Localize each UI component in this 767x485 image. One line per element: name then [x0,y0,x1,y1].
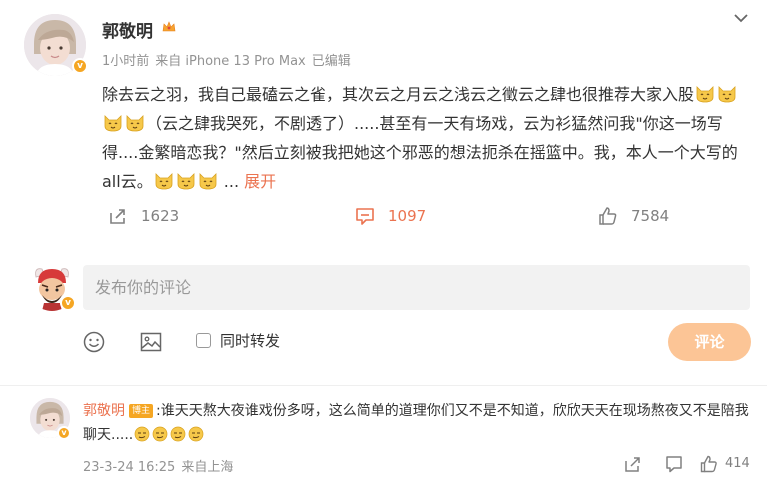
author-tag-badge: 博主 [129,404,154,418]
cat-emoji-icon [695,83,715,103]
verified-badge-icon: v [72,58,88,74]
like-button[interactable]: 7584 [597,202,669,230]
comment-icon[interactable] [664,454,684,474]
comment-button[interactable]: 1097 [354,202,426,230]
weibo-post: v 郭敬明 1小时前 来自 iPhone 13 Pro Max 已编辑 除去云之羽，… [0,0,767,250]
verified-badge-icon: v [57,426,71,440]
commenter-name[interactable]: 郭敬明 [83,403,125,419]
post-author-name[interactable]: 郭敬明 [102,17,153,42]
comment-date: 23-3-24 16:25 [83,460,176,475]
like-icon [599,207,617,225]
post-time[interactable]: 1小时前 [102,54,149,69]
smirk-emoji-icon [151,426,169,442]
smirk-emoji-icon [169,426,187,442]
comment-body: 郭敬明 博主:谁天天熬大夜谁戏份多呀，这么简单的道理你们又不是不知道，欣欣天天在现… [83,399,753,447]
emoji-icon[interactable] [82,330,106,354]
repost-checkbox-label: 同时转发 [220,332,281,350]
cat-emoji-icon [717,83,737,103]
smirk-emoji-icon [187,426,205,442]
comment-count: 1097 [388,207,427,225]
repost-icon [110,209,125,224]
repost-button[interactable]: 1623 [107,202,179,230]
comment-location: 来自上海 [181,460,234,475]
post-text-ellipsis: ... [223,172,240,191]
like-count: 7584 [631,207,670,225]
post-source: 来自 iPhone 13 Pro Max [155,54,306,69]
cat-emoji-icon [154,170,174,190]
expand-link[interactable]: 展开 [244,172,276,191]
cat-emoji-icon [103,112,123,132]
comment-item: v 郭敬明 博主:谁天天熬大夜谁戏份多呀，这么简单的道理你们又不是不知道，欣欣天天… [0,390,767,485]
post-meta: 1小时前 来自 iPhone 13 Pro Max 已编辑 [102,50,357,69]
verified-badge-icon: v [60,295,76,311]
cat-emoji-icon [176,170,196,190]
share-icon[interactable] [623,454,643,474]
like-icon[interactable] [699,454,719,474]
image-icon[interactable] [139,330,163,354]
chevron-down-icon[interactable] [731,8,751,28]
post-text-part1: 除去云之羽，我自己最磕云之雀，其次云之月云之浅云之徵云之肆也很推荐大家入股 [102,85,695,104]
divider [0,385,767,386]
comment-icon [356,208,374,225]
checkbox[interactable] [196,333,211,348]
crown-icon [161,19,177,39]
cat-emoji-icon [125,112,145,132]
submit-comment-button[interactable]: 评论 [668,323,751,361]
smirk-emoji-icon [133,426,151,442]
comment-input[interactable]: 发布你的评论 [83,265,750,310]
comment-composer: v 发布你的评论 同时转发 评论 [0,255,767,375]
post-text: 除去云之羽，我自己最磕云之雀，其次云之月云之浅云之徵云之肆也很推荐大家入股（云之… [102,80,752,196]
cat-emoji-icon [198,170,218,190]
post-edited[interactable]: 已编辑 [312,54,351,69]
repost-checkbox[interactable]: 同时转发 [196,330,280,351]
comment-meta: 23-3-24 16:25 来自上海 [83,456,239,475]
comment-like-count: 414 [725,456,750,471]
repost-count: 1623 [141,207,180,225]
